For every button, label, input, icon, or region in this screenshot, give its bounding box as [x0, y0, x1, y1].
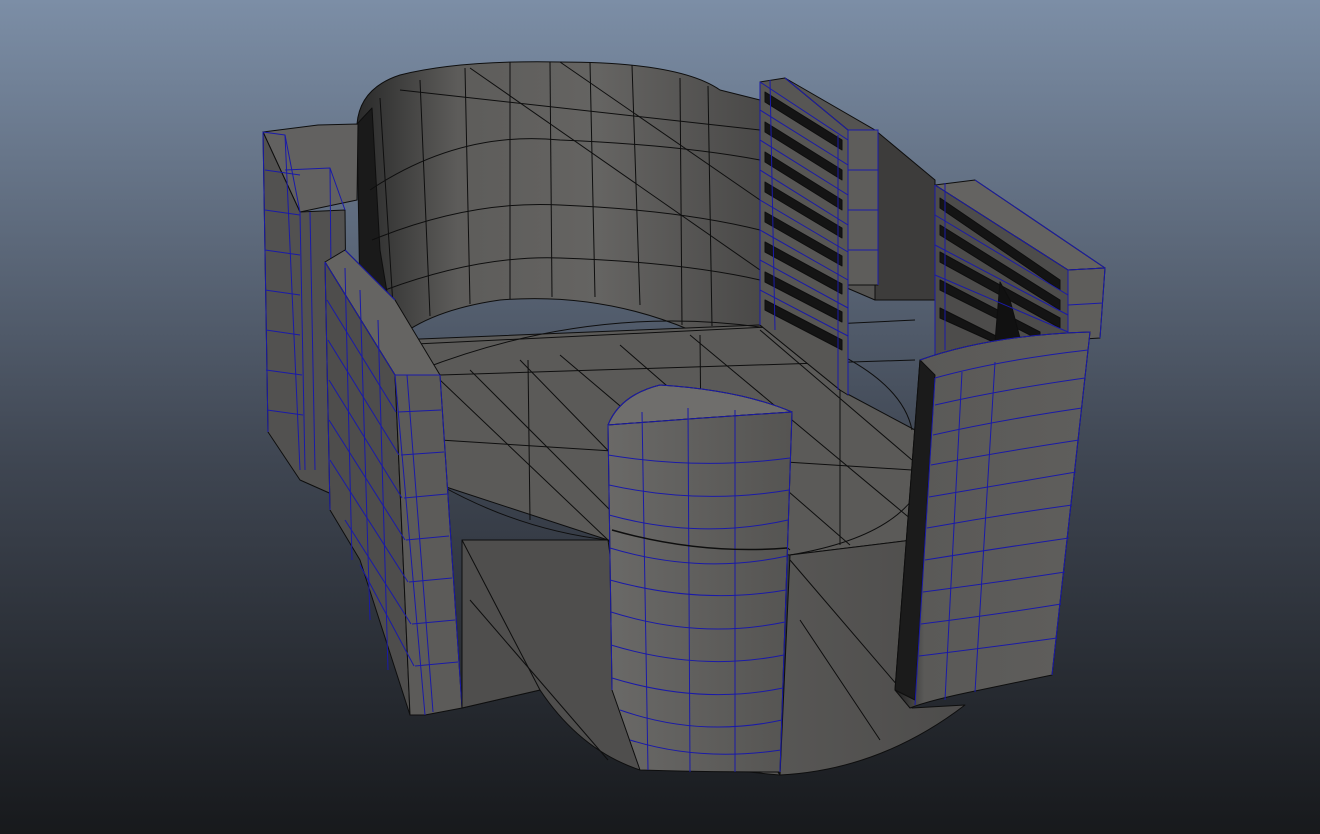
back-comb-face[interactable]	[847, 129, 879, 286]
viewport-canvas[interactable]	[0, 0, 1320, 834]
maya-viewport[interactable]	[0, 0, 1320, 834]
back-curved-wall[interactable]	[356, 61, 761, 341]
front-pillar-body[interactable]	[607, 411, 793, 773]
